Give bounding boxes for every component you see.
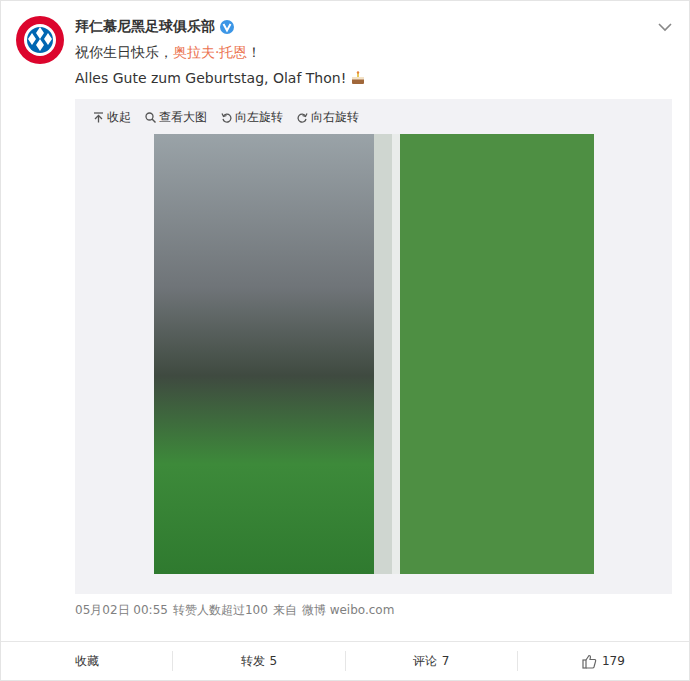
rotate-left-icon: [221, 112, 232, 123]
action-button[interactable]: 179: [517, 651, 689, 671]
text-segment: 祝你生日快乐，: [75, 44, 173, 60]
cake-icon: [350, 70, 366, 86]
action-button[interactable]: 转发5: [172, 651, 344, 671]
toolbar-button[interactable]: 收起: [93, 109, 131, 126]
author-name[interactable]: 拜仁慕尼黑足球俱乐部: [75, 18, 215, 36]
post-text: 祝你生日快乐，奥拉夫·托恩！: [75, 41, 672, 63]
post-text-de: Alles Gute zum Geburtstag, Olaf Thon!: [75, 67, 672, 89]
thumbs-up-icon: [582, 654, 597, 669]
post-source[interactable]: 微博 weibo.com: [302, 602, 395, 619]
weibo-post: 拜仁慕尼黑足球俱乐部祝你生日快乐，奥拉夫·托恩！Alles Gute zum G…: [0, 0, 690, 681]
magnifier-icon: [145, 112, 156, 123]
toolbar-button[interactable]: 查看大图: [145, 109, 207, 126]
action-button[interactable]: 评论7: [345, 651, 517, 671]
media-toolbar: 收起查看大图向左旋转向右旋转: [75, 99, 672, 134]
action-button[interactable]: 收藏: [1, 642, 172, 680]
toolbar-button[interactable]: 向右旋转: [297, 109, 359, 126]
chevron-down-icon[interactable]: [658, 22, 672, 32]
post-photo[interactable]: [154, 134, 594, 574]
text-segment: ！: [247, 44, 261, 60]
verified-icon: [220, 20, 234, 34]
avatar-logo-icon[interactable]: [15, 15, 65, 65]
toolbar-button[interactable]: 向左旋转: [221, 109, 283, 126]
action-bar: 收藏转发5评论7179: [1, 641, 689, 680]
post-date[interactable]: 05月02日 00:55: [75, 602, 168, 619]
media-box: 收起查看大图向左旋转向右旋转: [75, 99, 672, 594]
collapse-icon: [93, 112, 104, 123]
post-meta: 05月02日 00:55转赞人数超过100来自微博 weibo.com: [75, 602, 672, 619]
mention-link[interactable]: 奥拉夫·托恩: [173, 44, 247, 60]
rotate-right-icon: [297, 112, 308, 123]
